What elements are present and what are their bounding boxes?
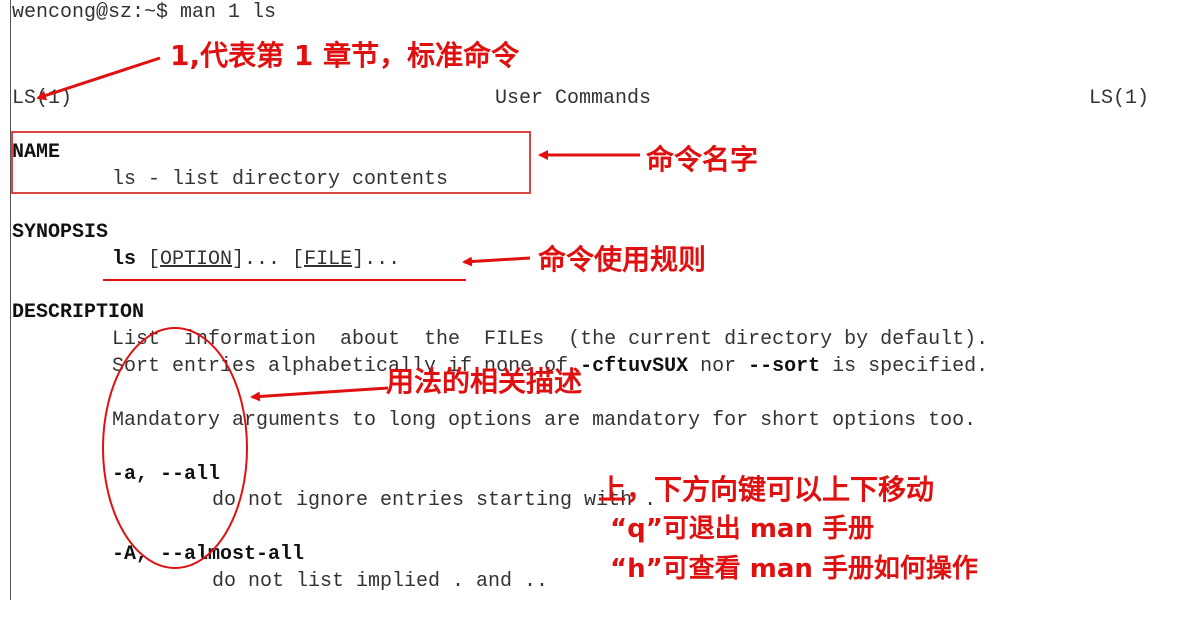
section-arrow (36, 56, 161, 101)
annotation-help: “h”可查看 man 手册如何操作 (610, 554, 978, 584)
annotation-quit: “q”可退出 man 手册 (610, 514, 875, 544)
annotation-overlay (11, 56, 640, 569)
annotation-description: 用法的相关描述 (386, 365, 583, 398)
name-highlight-box (11, 131, 531, 194)
synopsis-arrow (462, 256, 531, 267)
annotation-synopsis: 命令使用规则 (538, 243, 707, 276)
description-arrow (250, 386, 389, 402)
annotation-section: 1,代表第 1 章节，标准命令 (170, 39, 520, 72)
annotation-keys: 上，下方向键可以上下移动 (598, 473, 935, 506)
annotation-name: 命令名字 (646, 143, 759, 176)
description-ellipse (102, 327, 248, 569)
